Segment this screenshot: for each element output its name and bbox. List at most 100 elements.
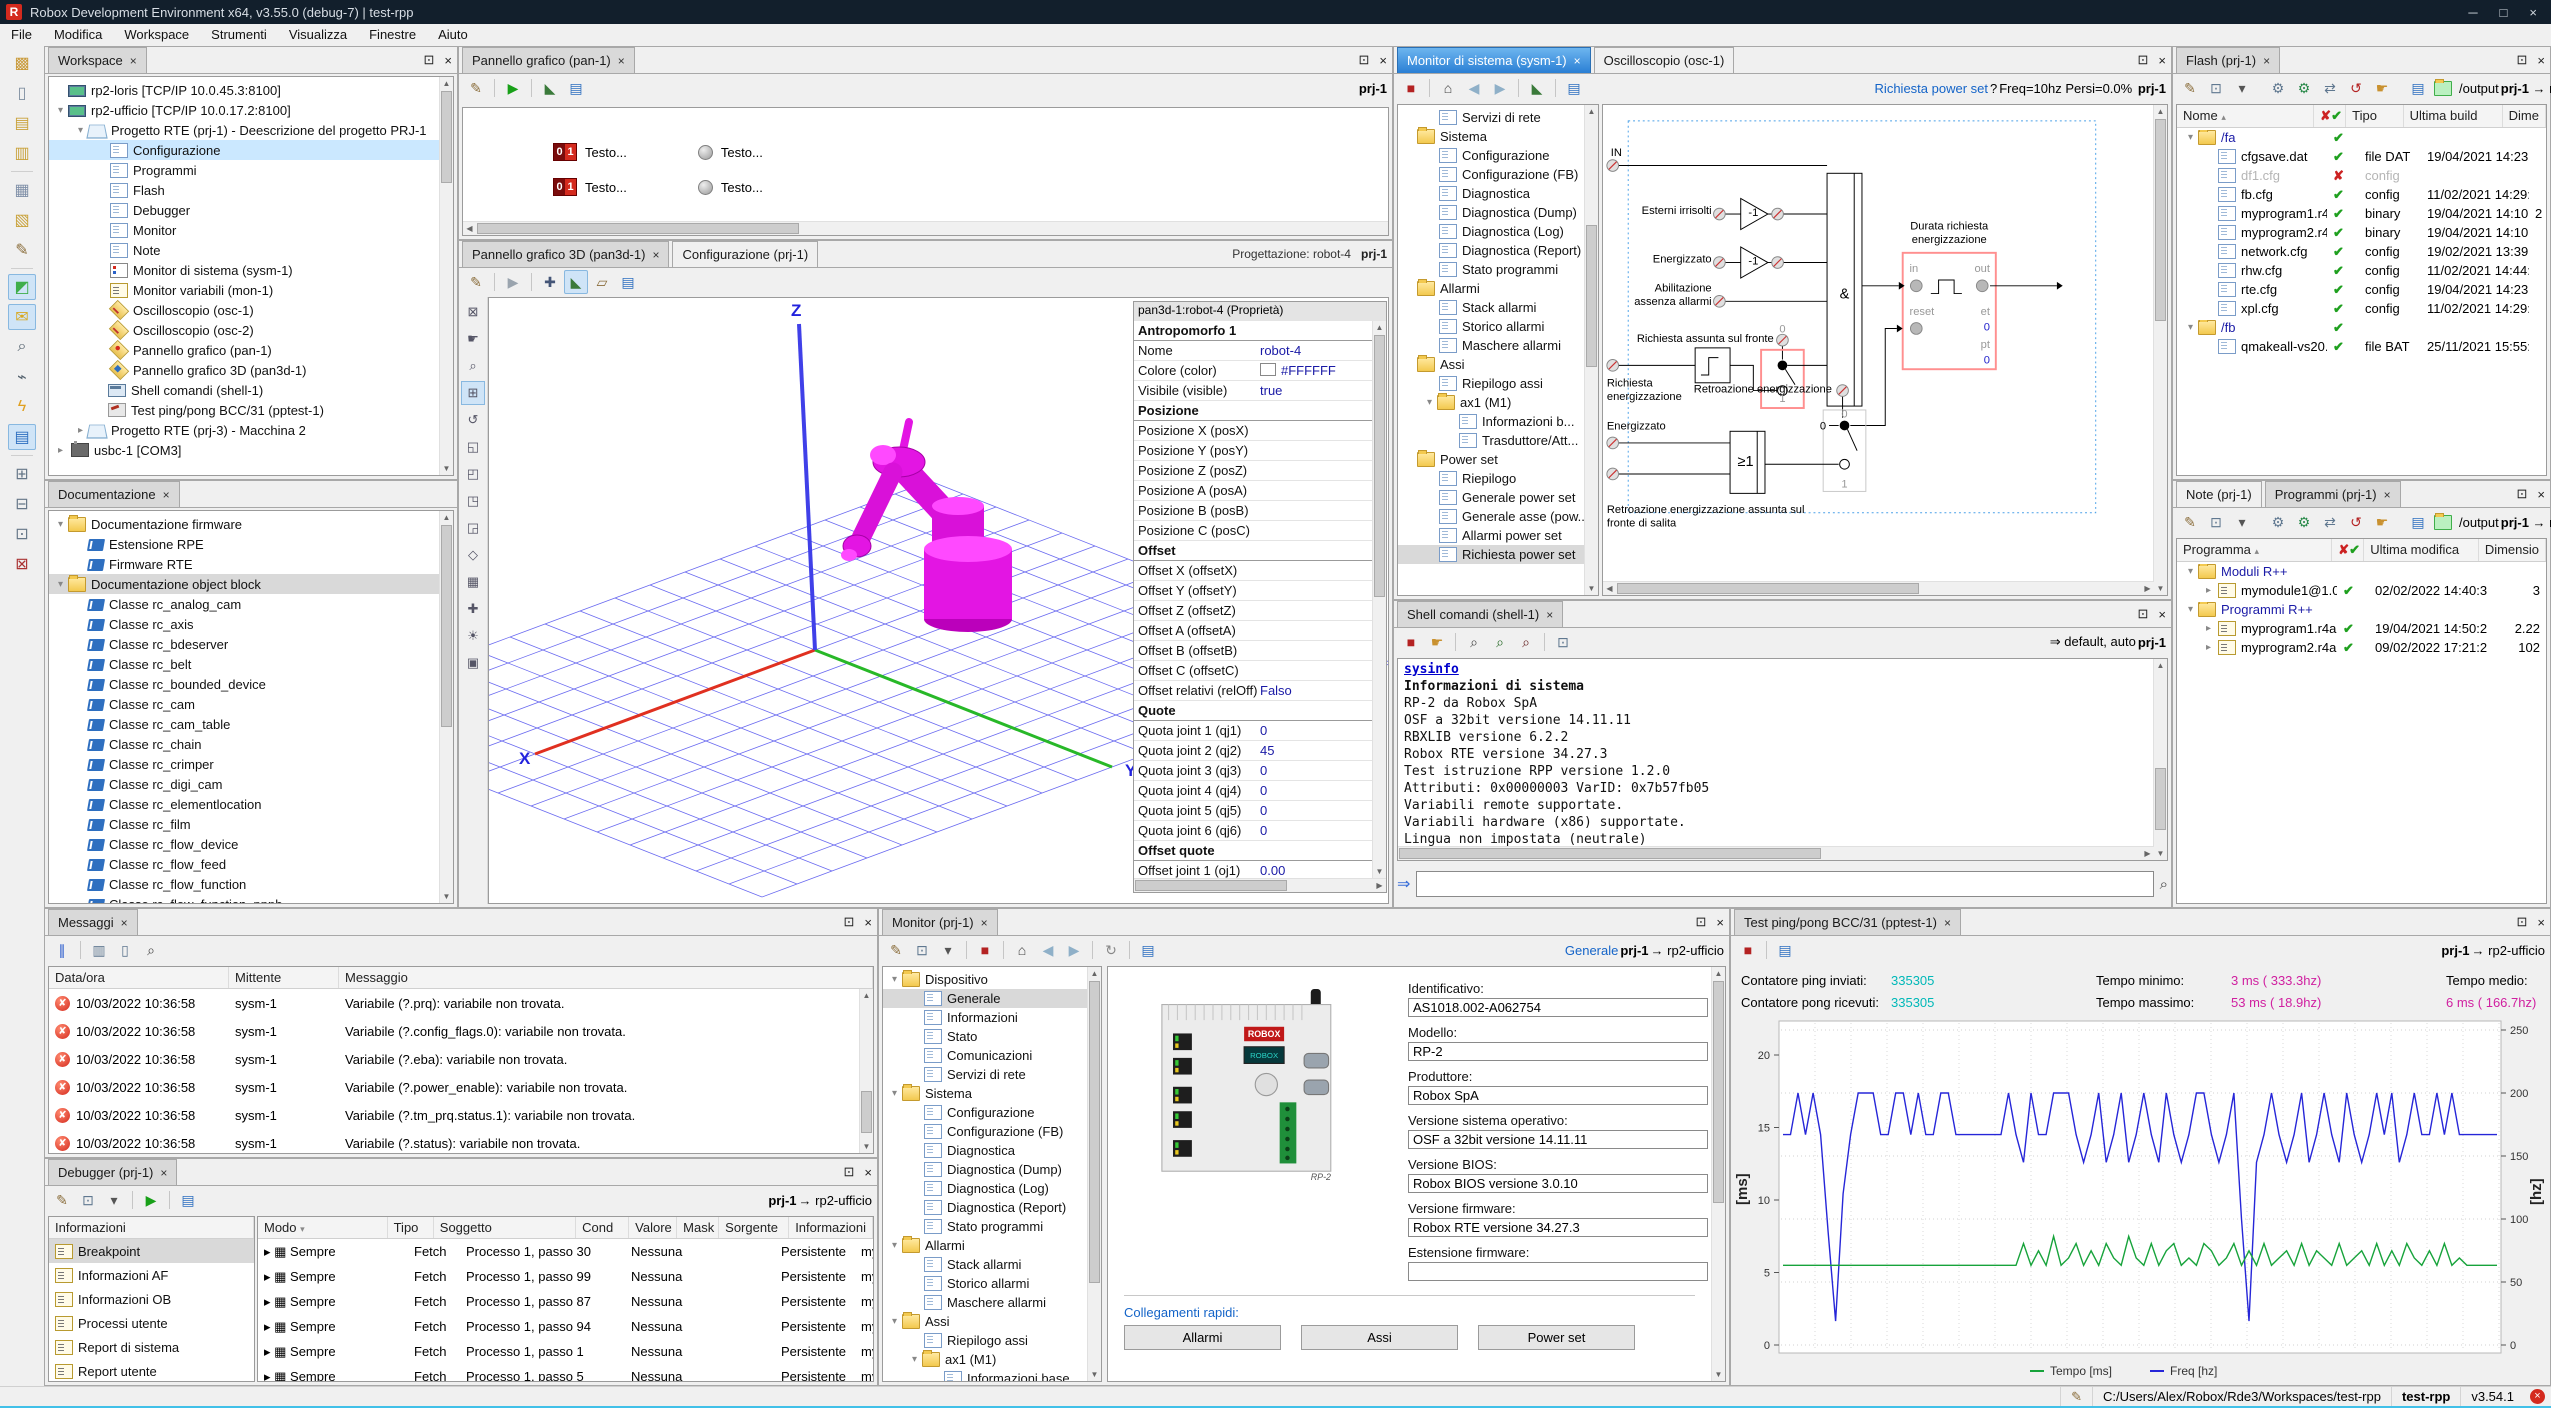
field-value[interactable]: AS1018.002-A062754 [1408, 998, 1708, 1017]
tree-item[interactable]: Sistema [1398, 127, 1598, 146]
tree-expander-icon[interactable]: ▾ [53, 105, 68, 116]
search-command-icon[interactable]: ⌕ [2160, 876, 2168, 893]
view3d-tool-icon[interactable]: ▣ [461, 651, 485, 675]
tab-flash[interactable]: Flash (prj-1)× [2176, 47, 2280, 73]
menu-file[interactable]: File [0, 24, 43, 46]
debugger-category[interactable]: Processi utente [49, 1311, 254, 1335]
close-tab-icon[interactable]: × [130, 49, 137, 73]
copy-icon[interactable]: ⊡ [910, 938, 934, 962]
ruler-icon[interactable]: ◣ [538, 76, 562, 100]
undo-icon[interactable]: ↺ [2344, 510, 2368, 534]
breakpoint-row[interactable]: ▸ ▦ SempreFetchProcesso 1, passo 1Nessun… [258, 1339, 873, 1364]
menu-visualizza[interactable]: Visualizza [278, 24, 358, 46]
tree-item[interactable]: Power set [1398, 450, 1598, 469]
tree-item[interactable]: Classe rc_axis [49, 614, 453, 634]
float-panel-icon[interactable]: ⊡ [2517, 486, 2528, 502]
tree-item[interactable]: Classe rc_cam_table [49, 714, 453, 734]
tree-item[interactable]: Maschere allarmi [883, 1293, 1101, 1312]
file-row[interactable]: ▸mymodule1@1.0.0....✔02/02/2022 14:40:34… [2177, 581, 2546, 600]
property-row[interactable]: Quota joint 4 (qj4)0 [1134, 781, 1372, 801]
tree-item[interactable]: Oscilloscopio (osc-1) [49, 300, 453, 320]
file-row[interactable]: ▾Programmi R++ [2177, 600, 2546, 619]
view3d-tool-icon[interactable]: ⊞ [461, 381, 485, 405]
property-row[interactable]: Posizione B (posB) [1134, 501, 1372, 521]
edit-icon[interactable]: ✎ [2178, 76, 2202, 100]
messages-icon[interactable]: ✉ [8, 304, 36, 330]
tree-item[interactable]: ▾ax1 (M1) [1398, 393, 1598, 412]
tree-item[interactable]: Configurazione [49, 140, 453, 160]
close-tab-icon[interactable]: × [981, 911, 988, 935]
view3d-tool-icon[interactable]: ◇ [461, 543, 485, 567]
drop-icon[interactable]: ▾ [2230, 510, 2254, 534]
tree-item[interactable]: Classe rc_chain [49, 734, 453, 754]
tree-item[interactable]: ▾Sistema [883, 1084, 1101, 1103]
float-panel-icon[interactable]: ⊡ [2138, 52, 2149, 68]
error-indicator-icon[interactable]: × [2530, 1389, 2545, 1404]
toggle-widget[interactable]: 01 [553, 178, 577, 196]
tab-test-pingpong[interactable]: Test ping/pong BCC/31 (pptest-1)× [1734, 909, 1961, 935]
tree-expander-icon[interactable]: ▸ [73, 425, 88, 436]
property-row[interactable]: Offset joint 1 (oj1)0.00 [1134, 861, 1372, 878]
tree-scrollbar[interactable]: ▲▼ [1584, 105, 1598, 595]
tab-monitor-prj1[interactable]: Monitor (prj-1)× [882, 909, 998, 935]
play-icon[interactable]: ▶ [501, 76, 525, 100]
mag-icon[interactable]: ⌕ [1462, 630, 1486, 654]
command-input[interactable] [1416, 871, 2153, 897]
workspace-scrollbar[interactable]: ▲▼ [439, 77, 453, 475]
quicklink-power-set-button[interactable]: Power set [1478, 1325, 1635, 1350]
field-value[interactable]: Robox SpA [1408, 1086, 1708, 1105]
documentation-icon[interactable]: ▤ [8, 424, 36, 450]
tree-item[interactable]: Maschere allarmi [1398, 336, 1598, 355]
properties-hscrollbar[interactable]: ▶ [1134, 878, 1386, 892]
messages-scrollbar[interactable]: ▲▼ [859, 989, 873, 1153]
tree-item[interactable]: ▾Allarmi [883, 1236, 1101, 1255]
doc-build-icon[interactable]: ✎ [8, 237, 36, 263]
view3d-tool-icon[interactable]: ☛ [461, 327, 485, 351]
field-value[interactable]: RP-2 [1408, 1042, 1708, 1061]
tree-expander-icon[interactable]: ▾ [1422, 397, 1437, 408]
tree-item[interactable]: Servizi di rete [883, 1065, 1101, 1084]
float-panel-icon[interactable]: ⊡ [844, 914, 855, 930]
tab-pannello-grafico[interactable]: Pannello grafico (pan-1)× [462, 47, 635, 73]
magp-icon[interactable]: ⌕ [1488, 630, 1512, 654]
stop-icon[interactable]: ■ [1399, 76, 1423, 100]
tree-item[interactable]: Servizi di rete [1398, 108, 1598, 127]
property-row[interactable]: Offset Z (offsetZ) [1134, 601, 1372, 621]
pagedit-icon[interactable]: ▱ [590, 270, 614, 294]
close-panel-icon[interactable]: × [2158, 607, 2166, 622]
close-panel-icon[interactable]: × [1716, 915, 1724, 930]
pagei-icon[interactable]: ▯ [113, 938, 137, 962]
tree-item[interactable]: Classe rc_flow_device [49, 834, 453, 854]
float-panel-icon[interactable]: ⊡ [844, 1164, 855, 1180]
close-panel-icon[interactable]: × [864, 1165, 872, 1180]
drop-icon[interactable]: ▾ [936, 938, 960, 962]
monitor-tree-scrollbar[interactable]: ▲▼ [1087, 967, 1101, 1381]
run-command-icon[interactable]: ⇒ [1397, 874, 1410, 894]
book-icon[interactable]: ▤ [176, 1188, 200, 1212]
file-row[interactable]: myprogram1.r4a✔binary19/04/2021 14:10:36… [2177, 204, 2546, 223]
tree-expander-icon[interactable]: ▾ [887, 1316, 902, 1327]
breakpoint-row[interactable]: ▸ ▦ SempreFetchProcesso 1, passo 30Nessu… [258, 1239, 873, 1264]
magm-icon[interactable]: ⌕ [1514, 630, 1538, 654]
maximize-button[interactable]: □ [2500, 5, 2508, 20]
file-row[interactable]: ▸myprogram1.r4a✔19/04/2021 14:50:272.22 [2177, 619, 2546, 638]
tree-item[interactable]: Riepilogo [1398, 469, 1598, 488]
undo-icon[interactable]: ↺ [2344, 76, 2368, 100]
tree-item[interactable]: Generale power set [1398, 488, 1598, 507]
property-row[interactable]: Offset B (offsetB) [1134, 641, 1372, 661]
field-value[interactable]: Robox BIOS versione 3.0.10 [1408, 1174, 1708, 1193]
property-row[interactable]: Offset relativi (relOff)Falso [1134, 681, 1372, 701]
tree-item[interactable]: Comunicazioni [883, 1046, 1101, 1065]
book-icon[interactable]: ▤ [1562, 76, 1586, 100]
file-row[interactable]: network.cfg✔config19/02/2021 13:39:46 [2177, 242, 2546, 261]
tree-item[interactable]: rp2-loris [TCP/IP 10.0.45.3:8100] [49, 80, 453, 100]
copy-icon[interactable]: ⊡ [2204, 510, 2228, 534]
build-icon[interactable]: ⚙ [2266, 76, 2290, 100]
minimize-button[interactable]: ─ [2468, 5, 2477, 20]
property-row[interactable]: Quota joint 1 (qj1)0 [1134, 721, 1372, 741]
close-tab-icon[interactable]: × [618, 49, 625, 73]
tree-item[interactable]: Monitor variabili (mon-1) [49, 280, 453, 300]
file-row[interactable]: ▾/fa✔ [2177, 128, 2546, 147]
search-icon[interactable]: ⌕ [8, 334, 36, 360]
edit-icon[interactable]: ✎ [50, 1188, 74, 1212]
